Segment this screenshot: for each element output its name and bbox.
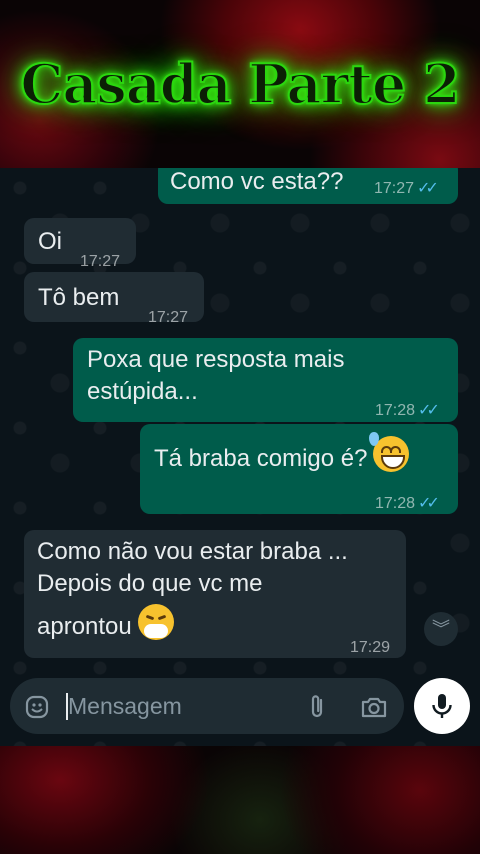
attach-icon[interactable] [306,678,328,734]
message-time: 17:28 [375,402,416,419]
read-ticks-icon: ✓✓ [418,495,440,512]
sticker-icon[interactable] [24,678,50,734]
message-composer[interactable]: Mensagem [10,678,404,734]
message-text: Tá braba comigo é? [154,432,410,475]
message-meta: 17:27 [148,302,188,334]
camera-icon[interactable] [360,678,388,734]
message-meta: 17:28 ✓✓ [375,395,440,427]
message-text-line: estúpida... [87,378,198,405]
message-text: Tô bem [38,284,120,311]
message-text-line: Depois do que vc me [37,570,263,597]
message-bubble-incoming[interactable]: Como não vou estar braba ... Depois do q… [24,530,406,658]
message-text: Como vc esta?? [170,168,344,195]
message-text-content: Tá braba comigo é? [154,445,368,472]
chevron-double-down-icon[interactable]: ︾ [424,612,458,646]
message-text-line: aprontou [37,604,174,643]
message-meta: 17:28 ✓✓ [375,488,440,520]
message-bubble-outgoing[interactable]: Poxa que resposta mais estúpida... 17:28… [73,338,458,422]
grinning-face-with-sweat-icon [369,432,410,472]
message-time: 17:28 [375,495,416,512]
chat-screen: Como vc esta?? 17:27 ✓✓ Oi 17:27 Tô bem … [0,168,480,746]
message-time: 17:27 [148,309,189,326]
message-meta: 17:27 ✓✓ [374,173,439,205]
message-text-content: aprontou [37,613,132,640]
read-ticks-icon: ✓✓ [417,180,439,197]
face-with-steam-from-nose-icon [137,604,174,640]
mic-button[interactable] [414,678,470,734]
message-bubble-incoming[interactable]: Oi 17:27 [24,218,136,270]
message-bubble-outgoing[interactable]: Tá braba comigo é? 17:28 ✓✓ [140,424,458,514]
message-text-line: Poxa que resposta mais [87,346,345,373]
message-time: 17:29 [350,639,391,656]
message-input[interactable]: Mensagem [68,678,182,734]
message-meta: 17:29 [350,632,390,664]
message-bubble-outgoing[interactable]: Como vc esta?? 17:27 ✓✓ [158,168,458,204]
message-text-line: Como não vou estar braba ... [37,538,348,565]
read-ticks-icon: ✓✓ [418,402,440,419]
mic-icon [432,694,452,718]
message-text: Oi [38,228,62,255]
message-bubble-incoming[interactable]: Tô bem 17:27 [24,272,204,326]
overlay-title: Casada Parte 2 [19,51,461,117]
message-time: 17:27 [374,180,415,197]
